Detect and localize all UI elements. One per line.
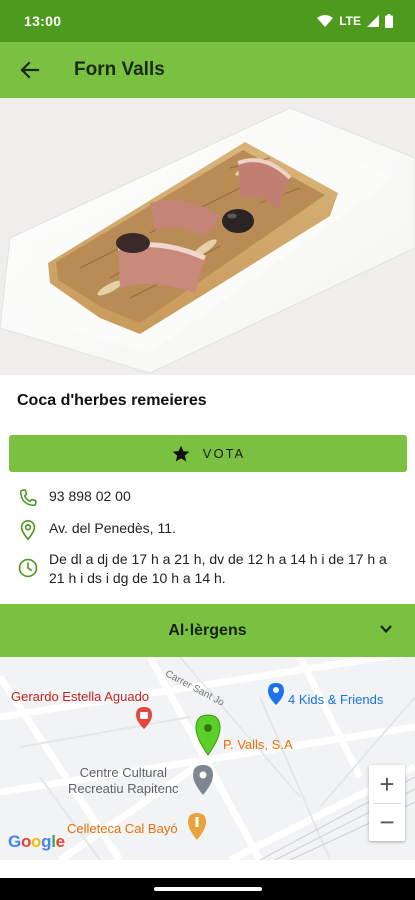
- poi-kids-friends[interactable]: 4 Kids & Friends: [288, 692, 383, 707]
- status-icons: LTE: [317, 14, 393, 28]
- status-time: 13:00: [24, 13, 62, 29]
- phone-row[interactable]: 93 898 02 00: [17, 487, 131, 509]
- bottom-spacer: [0, 860, 415, 878]
- poi-centre-cultural[interactable]: Centre Cultural Recreatiu Rapitenc: [68, 765, 179, 797]
- status-bar: 13:00 LTE: [0, 0, 415, 42]
- app-bar: Forn Valls: [0, 42, 415, 98]
- network-type: LTE: [339, 14, 361, 28]
- poi-gerardo[interactable]: Gerardo Estella Aguado: [11, 689, 149, 704]
- vote-button[interactable]: VOTA: [9, 435, 407, 472]
- home-handle[interactable]: [153, 887, 262, 891]
- zoom-out-button[interactable]: −: [369, 803, 405, 841]
- zoom-divider: [373, 803, 401, 804]
- allergens-label: Al·lèrgens: [168, 621, 247, 639]
- map-streets: [0, 657, 415, 860]
- back-button[interactable]: [16, 56, 44, 84]
- wifi-icon: [317, 15, 334, 27]
- zoom-control: + −: [369, 765, 405, 841]
- signal-icon: [367, 15, 379, 27]
- product-name: Coca d'herbes remeieres: [17, 392, 207, 409]
- opening-hours: De dl a dj de 17 h a 21 h, dv de 12 h a …: [49, 551, 387, 586]
- screen: 13:00 LTE Forn Valls Coca d'herbes remei…: [0, 0, 415, 900]
- zoom-in-button[interactable]: +: [369, 765, 405, 803]
- vote-label: VOTA: [202, 446, 246, 461]
- page-title: Forn Valls: [74, 59, 165, 80]
- battery-icon: [385, 14, 393, 28]
- system-nav-bar: [0, 878, 415, 900]
- phone-number: 93 898 02 00: [49, 488, 131, 504]
- coca-illustration: [0, 98, 415, 375]
- allergens-toggle[interactable]: Al·lèrgens: [0, 604, 415, 657]
- poi-centre-line2: Recreatiu Rapitenc: [68, 781, 179, 796]
- marker-label[interactable]: P. Valls, S.A: [223, 737, 293, 752]
- product-image: [0, 98, 415, 375]
- google-logo: Google: [8, 832, 65, 851]
- address-text: Av. del Penedès, 11.: [49, 520, 176, 536]
- star-icon: [172, 445, 190, 461]
- address-row[interactable]: Av. del Penedès, 11.: [17, 519, 176, 541]
- arrow-left-icon: [20, 61, 40, 79]
- location-pin-icon: [20, 520, 36, 541]
- poi-centre-line1: Centre Cultural: [79, 765, 167, 780]
- phone-icon: [19, 489, 37, 507]
- map-view[interactable]: Gerardo Estella Aguado 4 Kids & Friends …: [0, 657, 415, 860]
- clock-icon: [18, 558, 38, 578]
- hours-row: De dl a dj de 17 h a 21 h, dv de 12 h a …: [17, 550, 402, 588]
- poi-celleteca[interactable]: Celleteca Cal Bayó: [67, 821, 178, 836]
- chevron-down-icon: [380, 625, 392, 634]
